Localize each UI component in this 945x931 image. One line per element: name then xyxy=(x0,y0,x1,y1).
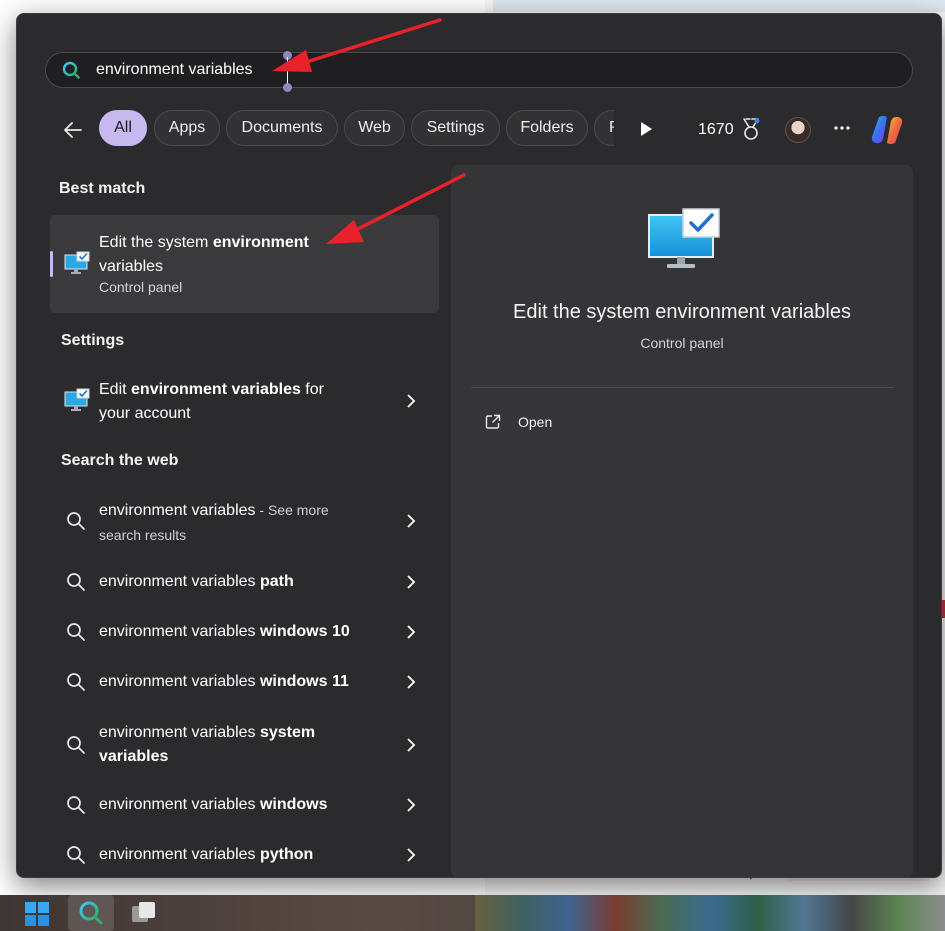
web-result-label: environment variables windows 11 xyxy=(99,673,349,690)
search-icon xyxy=(67,673,85,691)
search-icon xyxy=(62,61,80,79)
search-box[interactable] xyxy=(45,51,913,92)
best-match-title: Edit the system environment variables xyxy=(99,234,309,275)
filter-apps[interactable]: Apps xyxy=(154,110,220,146)
filter-folders[interactable]: Folders xyxy=(506,110,588,146)
web-result-see-more[interactable]: environment variables - See more search r… xyxy=(50,496,439,548)
search-icon xyxy=(67,512,85,530)
filter-tabs: All Apps Documents Web Settings Folders … xyxy=(99,110,614,148)
chevron-right-icon xyxy=(407,625,416,639)
web-result-label: environment variables python xyxy=(99,846,314,863)
web-result-label: environment variables system variables xyxy=(99,724,316,765)
web-result-label: environment variables - See more search r… xyxy=(99,502,329,543)
avatar[interactable] xyxy=(785,117,811,143)
rewards-points: 1670 xyxy=(698,121,734,138)
web-result-label: environment variables windows 10 xyxy=(99,623,350,640)
text-cursor xyxy=(283,51,292,92)
search-icon xyxy=(67,573,85,591)
settings-item-label: Edit environment variables for your accou… xyxy=(99,381,324,422)
settings-heading: Settings xyxy=(61,332,125,349)
copilot-icon[interactable] xyxy=(869,113,905,147)
search-icon xyxy=(79,901,103,925)
control-panel-monitor-icon xyxy=(64,251,90,274)
more-dots-icon[interactable] xyxy=(832,118,852,138)
back-arrow-icon[interactable] xyxy=(61,118,85,142)
chevron-right-icon xyxy=(407,798,416,812)
search-web-heading: Search the web xyxy=(61,452,179,469)
task-view-icon[interactable] xyxy=(130,900,158,926)
windows-start-icon[interactable] xyxy=(24,901,50,927)
filter-documents[interactable]: Documents xyxy=(226,110,338,146)
best-match-subtitle: Control panel xyxy=(99,279,183,295)
web-result-python[interactable]: environment variables python xyxy=(50,843,439,867)
play-icon[interactable] xyxy=(639,121,653,137)
control-panel-monitor-icon xyxy=(64,388,90,411)
search-input[interactable] xyxy=(96,59,696,81)
web-result-windows-11[interactable]: environment variables windows 11 xyxy=(50,670,439,694)
filter-more-cut[interactable]: P xyxy=(594,110,614,146)
taskbar xyxy=(0,895,945,931)
web-result-label: environment variables path xyxy=(99,573,294,590)
preview-title: Edit the system environment variables xyxy=(513,301,851,323)
search-icon xyxy=(67,796,85,814)
chevron-right-icon xyxy=(407,675,416,689)
filter-web[interactable]: Web xyxy=(344,110,405,146)
best-match-heading: Best match xyxy=(59,180,146,197)
open-external-icon[interactable] xyxy=(485,414,501,430)
rewards-medal-icon[interactable] xyxy=(741,118,761,142)
web-result-path[interactable]: environment variables path xyxy=(50,570,439,594)
search-icon xyxy=(67,736,85,754)
filter-settings[interactable]: Settings xyxy=(411,110,500,146)
web-result-windows[interactable]: environment variables windows xyxy=(50,793,439,817)
settings-item-env-vars[interactable]: Edit environment variables for your accou… xyxy=(50,376,439,428)
search-icon xyxy=(67,623,85,641)
web-result-label: environment variables windows xyxy=(99,796,328,813)
preview-panel: Edit the system environment variables Co… xyxy=(451,165,913,877)
chevron-right-icon xyxy=(407,514,416,528)
taskbar-search-button[interactable] xyxy=(68,895,114,931)
open-action[interactable]: Open xyxy=(518,414,552,430)
chevron-right-icon xyxy=(407,394,416,408)
start-search-menu: All Apps Documents Web Settings Folders … xyxy=(16,13,942,878)
selection-accent xyxy=(50,251,53,277)
best-match-item[interactable]: Edit the system environment variables Con… xyxy=(50,215,439,313)
chevron-right-icon xyxy=(407,848,416,862)
preview-divider xyxy=(471,387,893,388)
preview-subtitle: Control panel xyxy=(640,335,724,351)
taskbar-pinned-apps-blurred xyxy=(475,895,945,931)
filter-all[interactable]: All xyxy=(99,110,147,146)
search-icon xyxy=(67,846,85,864)
chevron-right-icon xyxy=(407,738,416,752)
control-panel-monitor-icon xyxy=(648,208,720,268)
web-result-system-variables[interactable]: environment variables system variables xyxy=(50,720,439,772)
chevron-right-icon xyxy=(407,575,416,589)
background-header-strip xyxy=(493,0,945,12)
web-result-windows-10[interactable]: environment variables windows 10 xyxy=(50,620,439,644)
